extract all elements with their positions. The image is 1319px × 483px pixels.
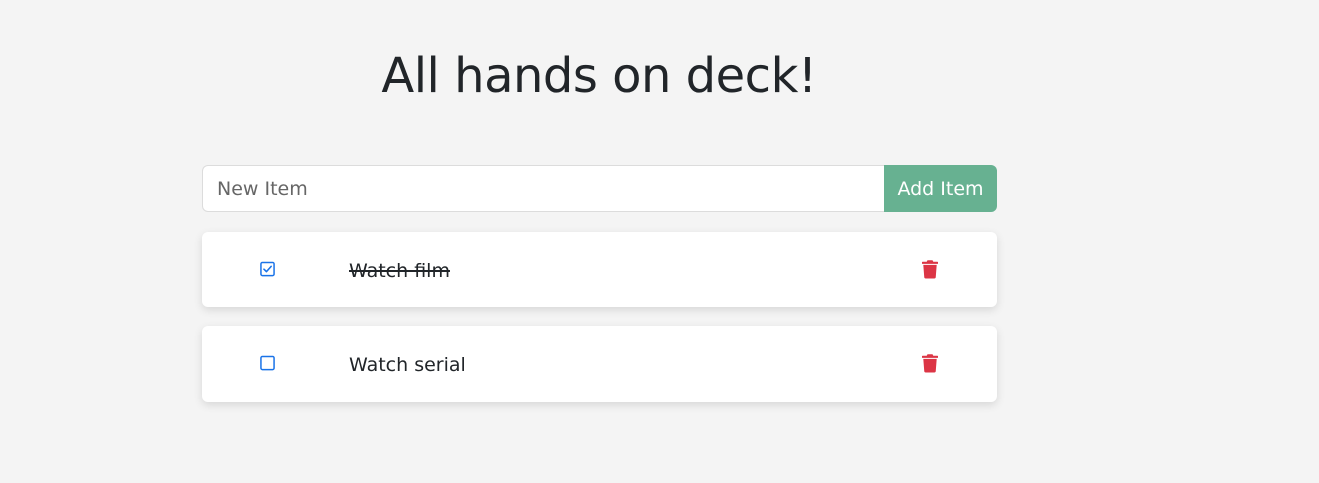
todo-item-text: Watch serial [349, 354, 466, 376]
add-item-button[interactable]: Add Item [884, 165, 997, 212]
page-title: All hands on deck! [381, 48, 817, 104]
todo-item-text: Watch film [349, 259, 450, 282]
todo-item: Watch serial [202, 326, 997, 402]
checkbox-unchecked-icon[interactable] [260, 355, 275, 371]
todo-item: Watch film [202, 232, 997, 307]
new-item-input[interactable] [202, 165, 884, 212]
trash-icon[interactable] [922, 354, 938, 373]
checkbox-checked-icon[interactable] [260, 261, 275, 276]
trash-icon[interactable] [922, 259, 938, 278]
add-item-form: Add Item [202, 165, 997, 212]
